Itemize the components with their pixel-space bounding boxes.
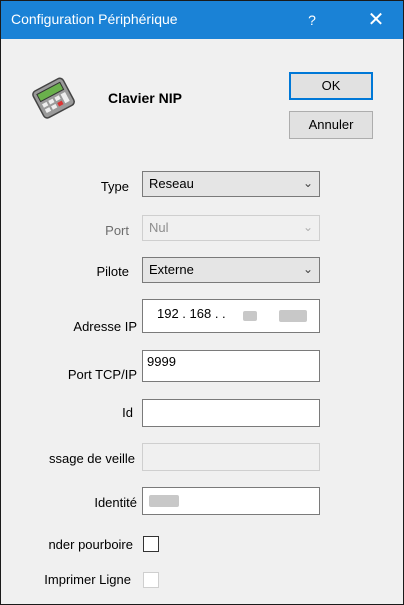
ask-tip-label: nder pourboire <box>48 537 133 552</box>
id-field[interactable] <box>142 399 320 427</box>
port-label: Port <box>105 223 129 238</box>
help-button[interactable]: ? <box>297 7 327 33</box>
redacted-identity <box>149 495 179 507</box>
close-button[interactable]: ✕ <box>361 7 391 33</box>
print-line-label: Imprimer Ligne <box>44 572 131 587</box>
sleep-message-field[interactable] <box>142 443 320 471</box>
pinpad-icon <box>29 77 79 124</box>
title-bar: Configuration Périphérique ? ✕ <box>1 1 403 39</box>
chevron-down-icon: ⌄ <box>302 220 313 234</box>
ok-button[interactable]: OK <box>289 72 373 100</box>
type-value: Reseau <box>149 176 194 191</box>
identity-label: Identité <box>94 495 137 510</box>
tcp-port-label: Port TCP/IP <box>67 367 137 382</box>
device-name: Clavier NIP <box>108 90 182 106</box>
chevron-down-icon: ⌄ <box>302 262 313 276</box>
chevron-down-icon: ⌄ <box>302 176 313 190</box>
window-title: Configuration Périphérique <box>11 11 178 27</box>
pilote-label: Pilote <box>96 264 129 279</box>
tcp-port-field[interactable]: 9999 <box>142 350 320 382</box>
redacted-octet <box>243 311 257 321</box>
ask-tip-checkbox[interactable] <box>143 536 159 552</box>
redacted-octet <box>279 310 307 322</box>
type-label: Type <box>100 179 129 194</box>
port-select[interactable]: Nul ⌄ <box>142 215 320 241</box>
tcp-port-value: 9999 <box>147 354 176 369</box>
sleep-message-label: ssage de veille <box>49 451 135 466</box>
device-config-dialog: Configuration Périphérique ? ✕ Clavier N… <box>0 0 404 605</box>
ip-value: 192 . 168 . . <box>157 306 226 321</box>
pilote-value: Externe <box>149 262 194 277</box>
type-select[interactable]: Reseau ⌄ <box>142 171 320 197</box>
port-value: Nul <box>149 220 169 235</box>
ip-label: Adresse IP <box>73 319 137 334</box>
print-line-checkbox[interactable] <box>143 572 159 588</box>
pilote-select[interactable]: Externe ⌄ <box>142 257 320 283</box>
ip-address-field[interactable]: 192 . 168 . . <box>142 299 320 333</box>
id-label: Id <box>122 405 133 420</box>
identity-field[interactable] <box>142 487 320 515</box>
cancel-button[interactable]: Annuler <box>289 111 373 139</box>
